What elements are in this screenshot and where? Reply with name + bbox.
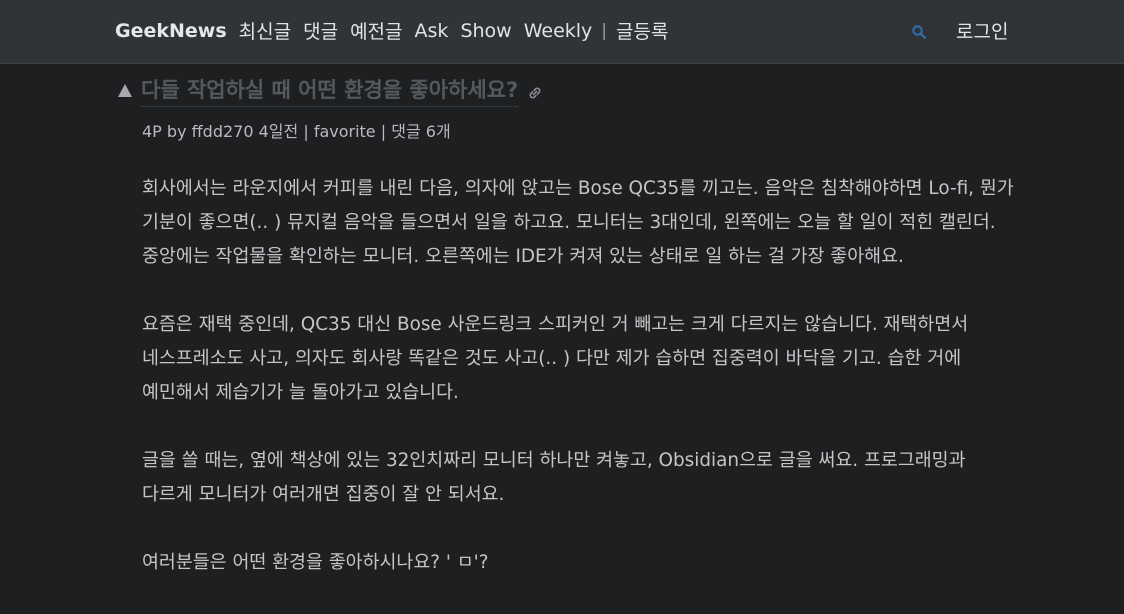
- nav-comments[interactable]: 댓글: [303, 17, 338, 44]
- topic-points: 4P: [142, 122, 162, 141]
- nav-separator: |: [601, 20, 608, 41]
- meta-separator: |: [380, 122, 387, 141]
- topic-meta: 4P by ffdd270 4일전 | favorite | 댓글 6개: [142, 118, 451, 142]
- search-icon[interactable]: [911, 24, 927, 40]
- login-link[interactable]: 로그인: [956, 17, 1008, 44]
- topic-author[interactable]: ffdd270: [192, 122, 254, 141]
- top-navigation-bar: GeekNews 최신글 댓글 예전글 Ask Show Weekly | 글등…: [0, 0, 1124, 64]
- nav-show[interactable]: Show: [460, 20, 511, 42]
- topic-content: 회사에서는 라운지에서 커피를 내린 다음, 의자에 앉고는 Bose QC35…: [142, 172, 1014, 614]
- upvote-icon[interactable]: [118, 84, 132, 97]
- comments-link[interactable]: 댓글 6개: [391, 122, 450, 141]
- topic-time[interactable]: 4일전: [259, 122, 299, 141]
- favorite-link[interactable]: favorite: [314, 122, 376, 141]
- nav-submit[interactable]: 글등록: [616, 17, 668, 44]
- main-nav: GeekNews 최신글 댓글 예전글 Ask Show Weekly | 글등…: [115, 17, 680, 44]
- meta-separator: |: [303, 122, 309, 141]
- nav-latest[interactable]: 최신글: [239, 17, 291, 44]
- nav-past[interactable]: 예전글: [350, 17, 402, 44]
- nav-weekly[interactable]: Weekly: [524, 20, 593, 42]
- content-paragraph: 요즘은 재택 중인데, QC35 대신 Bose 사운드링크 스피커인 거 빼고…: [142, 314, 969, 403]
- content-paragraph: 회사에서는 라운지에서 커피를 내린 다음, 의자에 앉고는 Bose QC35…: [142, 178, 1014, 267]
- brand-logo-link[interactable]: GeekNews: [115, 20, 227, 42]
- topic-title[interactable]: 다들 작업하실 때 어떤 환경을 좋아하세요?: [141, 74, 519, 107]
- topic-title-row: 다들 작업하실 때 어떤 환경을 좋아하세요?: [118, 74, 542, 107]
- content-paragraph: 글을 쓸 때는, 옆에 책상에 있는 32인치짜리 모니터 하나만 켜놓고, O…: [142, 450, 966, 505]
- link-icon[interactable]: [528, 86, 542, 100]
- nav-ask[interactable]: Ask: [415, 20, 449, 42]
- content-paragraph: 여러분들은 어떤 환경을 좋아하시나요? ' ㅁ'?: [142, 552, 489, 573]
- topic-by-label: by: [166, 122, 187, 141]
